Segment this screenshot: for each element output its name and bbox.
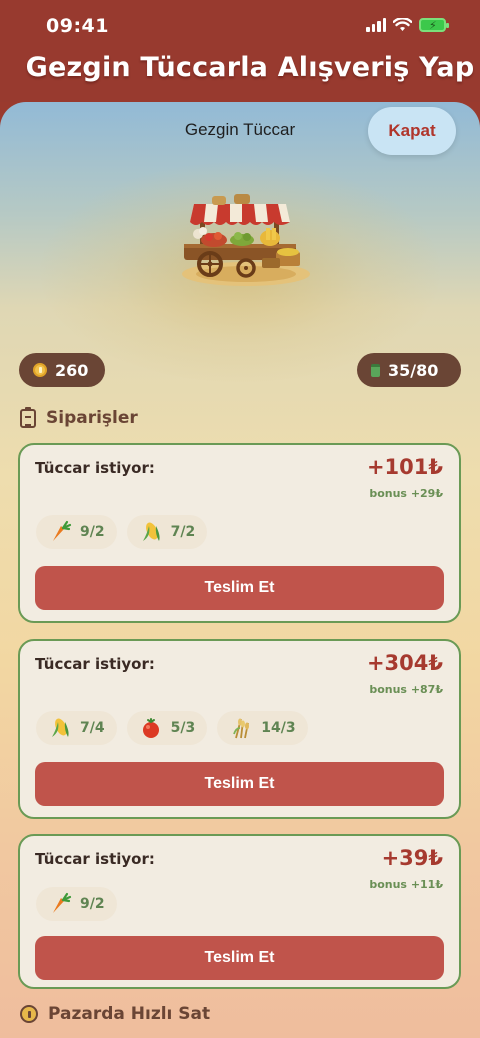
order-card: Tüccar istiyor: +39₺ bonus +11₺ 9/2 Tesl… bbox=[18, 834, 461, 989]
order-card: Tüccar istiyor: +101₺ bonus +29₺ 9/2 7/2… bbox=[18, 443, 461, 623]
carrot-icon bbox=[53, 520, 72, 541]
deliver-button[interactable]: Teslim Et bbox=[35, 762, 444, 806]
order-item: 9/2 bbox=[36, 515, 117, 549]
coin-balance: 260 bbox=[19, 353, 105, 387]
order-bonus: bonus +87₺ bbox=[369, 683, 443, 696]
quick-sell-label: Pazarda Hızlı Sat bbox=[48, 1004, 211, 1024]
coin-icon bbox=[20, 1005, 38, 1023]
deliver-button[interactable]: Teslim Et bbox=[35, 566, 444, 610]
order-reward: +39₺ bbox=[381, 846, 443, 870]
carrot-icon bbox=[53, 892, 72, 913]
capacity-value: 35/80 bbox=[388, 360, 439, 380]
order-requester: Tüccar istiyor: bbox=[35, 850, 155, 868]
close-button[interactable]: Kapat bbox=[368, 107, 456, 155]
order-item: 14/3 bbox=[217, 711, 308, 745]
corn-icon bbox=[52, 718, 69, 737]
storage-capacity: 35/80 bbox=[357, 353, 461, 387]
status-icons: ⚡ bbox=[366, 18, 449, 32]
order-reward: +304₺ bbox=[366, 651, 443, 675]
order-item: 7/4 bbox=[36, 711, 117, 745]
order-bonus: bonus +29₺ bbox=[369, 487, 443, 500]
signal-icon bbox=[366, 18, 386, 32]
app-header: 09:41 ⚡ Gezgin Tüccarla Alışveriş Yap bbox=[0, 0, 480, 102]
order-bonus: bonus +11₺ bbox=[369, 878, 443, 891]
battery-icon: ⚡ bbox=[419, 18, 449, 32]
order-item: 5/3 bbox=[126, 711, 208, 745]
order-items: 7/4 5/3 14/3 bbox=[36, 711, 308, 745]
order-item: 9/2 bbox=[36, 887, 117, 921]
page-title: Gezgin Tüccarla Alışveriş Yap bbox=[25, 52, 475, 83]
order-items: 9/2 7/2 bbox=[36, 515, 208, 549]
order-items: 9/2 bbox=[36, 887, 117, 921]
order-item: 7/2 bbox=[126, 515, 208, 549]
order-card: Tüccar istiyor: +304₺ bonus +87₺ 7/4 5/3… bbox=[18, 639, 461, 819]
merchant-sheet: Gezgin Tüccar Kapat 260 35/80 Siparişler… bbox=[0, 102, 480, 1038]
wifi-icon bbox=[393, 18, 412, 31]
order-requester: Tüccar istiyor: bbox=[35, 655, 155, 673]
orders-heading-label: Siparişler bbox=[46, 408, 138, 428]
wheat-icon bbox=[233, 718, 250, 739]
corn-icon bbox=[142, 522, 160, 541]
coin-icon bbox=[33, 363, 47, 377]
clipboard-icon bbox=[20, 406, 36, 428]
order-reward: +101₺ bbox=[366, 455, 443, 479]
quick-sell-heading: Pazarda Hızlı Sat bbox=[20, 1004, 210, 1024]
status-time: 09:41 bbox=[46, 15, 109, 37]
order-requester: Tüccar istiyor: bbox=[35, 459, 155, 477]
deliver-button[interactable]: Teslim Et bbox=[35, 936, 444, 980]
coin-count: 260 bbox=[55, 360, 89, 380]
orders-heading: Siparişler bbox=[20, 406, 138, 428]
jar-icon bbox=[371, 363, 380, 377]
merchant-cart-image bbox=[182, 194, 310, 286]
tomato-icon bbox=[142, 718, 159, 738]
